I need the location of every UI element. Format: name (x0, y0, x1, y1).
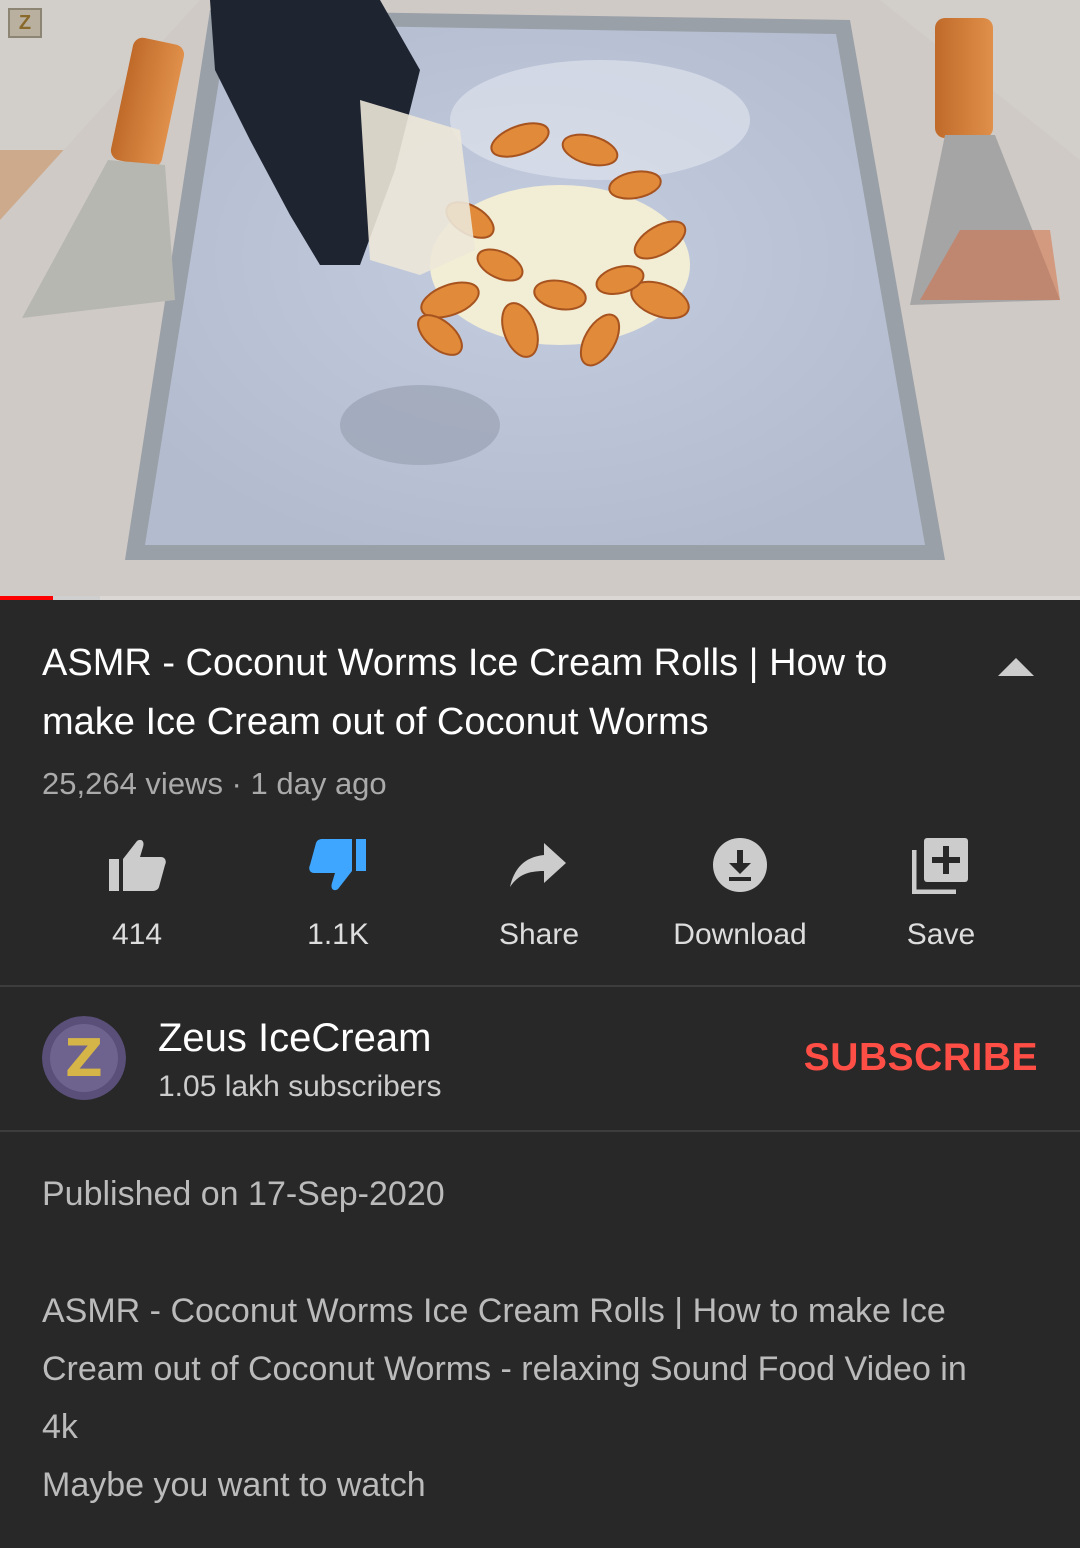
divider (0, 1130, 1080, 1132)
save-button[interactable]: Save (841, 830, 1041, 960)
channel-watermark: Z (8, 8, 42, 38)
description-line: Maybe you want to watch (42, 1466, 426, 1504)
video-player[interactable]: Z (0, 0, 1080, 600)
download-icon (713, 838, 767, 892)
collapse-description-button[interactable] (994, 648, 1038, 684)
progress-played (0, 596, 53, 600)
video-meta: 25,264 views · 1 day ago (42, 766, 387, 801)
svg-text:Z: Z (65, 1029, 103, 1089)
channel-avatar[interactable]: Z (42, 1016, 126, 1100)
video-description: ASMR - Coconut Worms Ice Cream Rolls | H… (42, 1282, 1042, 1514)
dislike-button[interactable]: 1.1K (238, 830, 438, 960)
channel-name[interactable]: Zeus IceCream (158, 1016, 431, 1061)
dislike-count: 1.1K (307, 918, 369, 951)
divider (0, 985, 1080, 987)
add-to-playlist-icon (912, 838, 968, 894)
action-bar: 414 1.1K Share Download Save (0, 830, 1080, 960)
share-button[interactable]: Share (439, 830, 639, 960)
description-line: ASMR - Coconut Worms Ice Cream Rolls | H… (42, 1292, 946, 1330)
channel-logo: Z (42, 1016, 126, 1100)
description-line: Cream out of Coconut Worms - relaxing So… (42, 1350, 967, 1388)
download-label: Download (673, 918, 807, 951)
thumbs-up-icon (109, 839, 166, 891)
like-count: 414 (111, 918, 163, 951)
video-frame (0, 0, 1080, 600)
description-line: 4k (42, 1408, 78, 1446)
like-button[interactable]: 414 (37, 830, 237, 960)
chevron-up-icon (998, 658, 1034, 676)
save-label: Save (906, 918, 976, 951)
share-icon (510, 843, 566, 887)
subscribe-button[interactable]: SUBSCRIBE (804, 1036, 1038, 1080)
published-date: Published on 17-Sep-2020 (42, 1175, 445, 1213)
video-title: ASMR - Coconut Worms Ice Cream Rolls | H… (42, 642, 888, 743)
subscriber-count: 1.05 lakh subscribers (158, 1070, 442, 1103)
thumbs-down-icon (309, 839, 366, 891)
download-button[interactable]: Download (640, 830, 840, 960)
progress-bar[interactable] (0, 596, 1080, 600)
share-label: Share (498, 918, 580, 951)
watermark-letter: Z (18, 11, 32, 34)
